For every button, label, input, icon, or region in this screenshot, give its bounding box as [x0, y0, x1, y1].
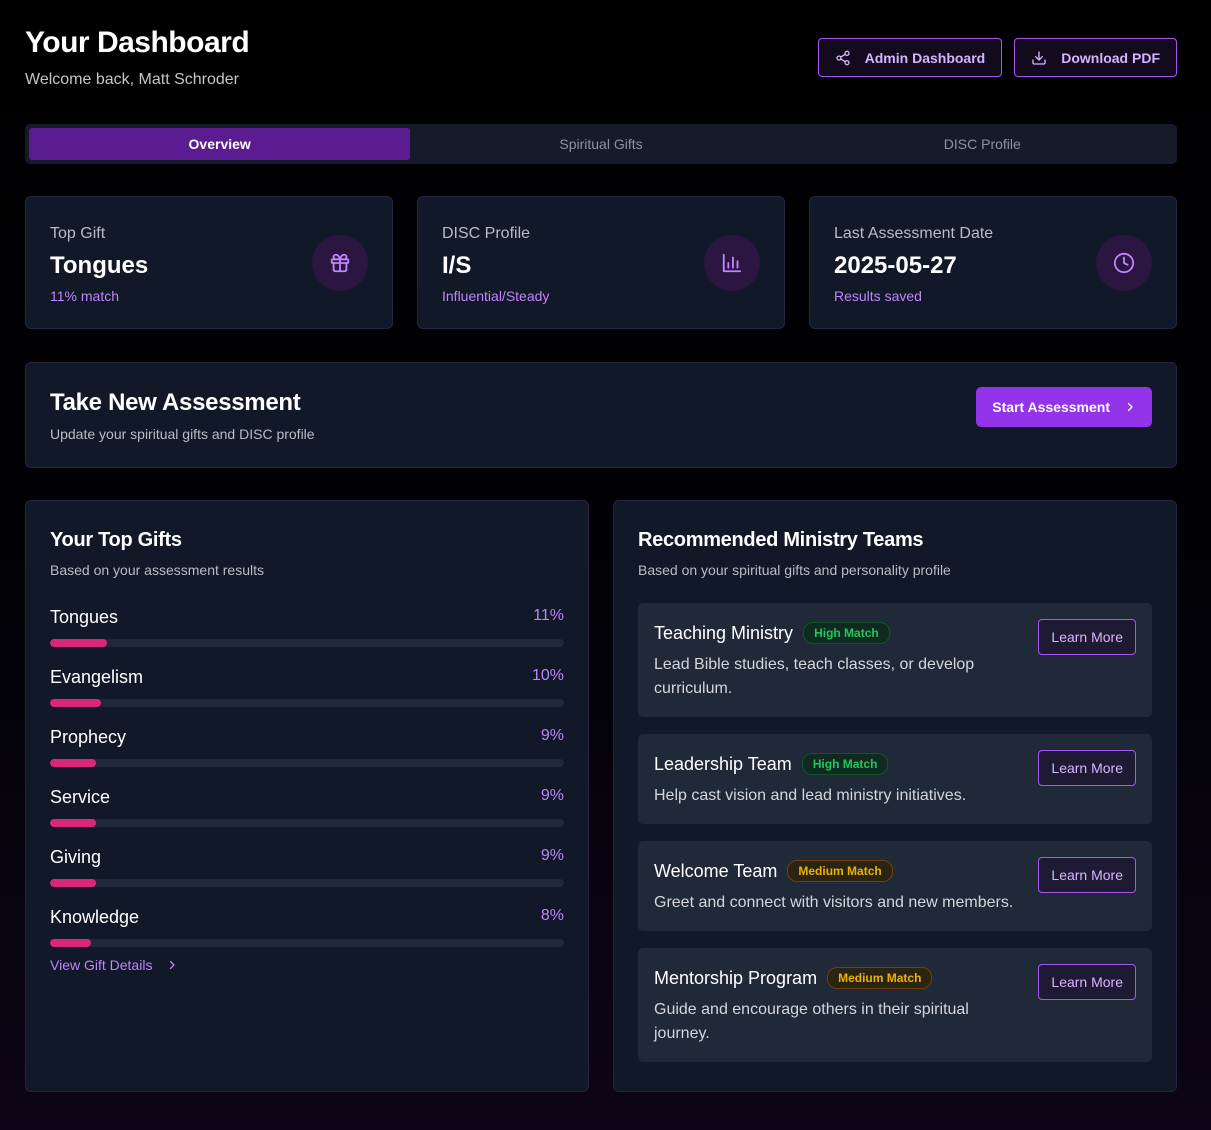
gift-progress-track: [50, 759, 564, 767]
team-description: Help cast vision and lead ministry initi…: [654, 787, 967, 804]
match-badge: High Match: [801, 753, 889, 775]
stat-value: 2025-05-27: [834, 252, 957, 279]
start-assessment-label: Start Assessment: [992, 399, 1110, 415]
admin-dashboard-button[interactable]: Admin Dashboard: [817, 38, 1003, 77]
gift-list: Tongues 11% Evangelism 10% Prophecy 9% S…: [50, 607, 564, 967]
bar-chart-icon: [704, 235, 760, 291]
download-pdf-button[interactable]: Download PDF: [1014, 38, 1177, 77]
gift-progress-fill: [50, 639, 107, 647]
gift-progress-track: [50, 879, 564, 887]
ministry-team-card: Mentorship Program Medium Match Guide an…: [638, 948, 1152, 1062]
ministry-team-card: Teaching Ministry High Match Lead Bible …: [638, 603, 1152, 717]
gift-percent: 9%: [540, 787, 564, 804]
admin-dashboard-label: Admin Dashboard: [864, 49, 986, 66]
stat-subtext: 11% match: [50, 288, 119, 304]
download-pdf-label: Download PDF: [1061, 49, 1160, 66]
gift-name: Knowledge: [50, 907, 140, 927]
assessment-subtitle: Update your spiritual gifts and DISC pro…: [50, 426, 315, 442]
match-badge: Medium Match: [827, 967, 933, 989]
ministry-subtitle: Based on your spiritual gifts and person…: [638, 562, 951, 578]
page-header: Your Dashboard Welcome back, Matt Schrod…: [25, 0, 1177, 124]
tab-overview[interactable]: Overview: [29, 128, 411, 160]
gift-item: Giving 9%: [50, 847, 564, 907]
gift-name: Giving: [50, 847, 102, 867]
gift-name: Tongues: [50, 607, 119, 627]
gift-percent: 11%: [533, 607, 564, 624]
top-gifts-subtitle: Based on your assessment results: [50, 562, 264, 578]
dashboard-page: Your Dashboard Welcome back, Matt Schrod…: [25, 0, 1177, 1092]
stat-card-top-gift: Top Gift Tongues 11% match: [25, 196, 393, 329]
top-gifts-panel: Your Top Gifts Based on your assessment …: [25, 500, 589, 1092]
stat-card-last-assessment: Last Assessment Date 2025-05-27 Results …: [809, 196, 1177, 329]
gift-progress-fill: [50, 939, 92, 947]
header-actions: Admin Dashboard Download PDF: [817, 38, 1177, 77]
stat-subtext: Results saved: [834, 288, 922, 304]
gift-progress-track: [50, 939, 564, 947]
view-gift-details-link[interactable]: View Gift Details: [50, 957, 178, 973]
match-badge: High Match: [803, 622, 890, 644]
stat-label: Top Gift: [50, 225, 106, 242]
gift-progress-fill: [50, 819, 97, 827]
gift-name: Prophecy: [50, 727, 127, 747]
clock-icon: [1096, 235, 1152, 291]
start-assessment-button[interactable]: Start Assessment: [976, 387, 1152, 427]
tab-disc-profile[interactable]: DISC Profile: [792, 128, 1173, 160]
match-badge: Medium Match: [787, 860, 893, 882]
gift-progress-fill: [50, 699, 102, 707]
tab-spiritual-gifts[interactable]: Spiritual Gifts: [410, 128, 791, 160]
gift-progress-fill: [50, 879, 97, 887]
page-title: Your Dashboard: [25, 26, 250, 59]
learn-more-button[interactable]: Learn More: [1038, 750, 1136, 786]
welcome-text: Welcome back, Matt Schroder: [25, 71, 240, 88]
gift-item: Evangelism 10%: [50, 667, 564, 727]
team-description: Lead Bible studies, teach classes, or de…: [654, 656, 975, 697]
share-icon: [835, 50, 850, 65]
new-assessment-banner: Take New Assessment Update your spiritua…: [25, 362, 1177, 468]
gift-item: Service 9%: [50, 787, 564, 847]
chevron-right-icon: [170, 960, 176, 970]
gift-progress-track: [50, 639, 564, 647]
gift-progress-track: [50, 819, 564, 827]
view-gift-details-label: View Gift Details: [50, 957, 153, 973]
ministry-team-card: Welcome Team Medium Match Greet and conn…: [638, 841, 1152, 931]
gift-percent: 8%: [540, 907, 564, 924]
team-description: Guide and encourage others in their spir…: [654, 1001, 969, 1042]
gift-name: Service: [50, 787, 111, 807]
learn-more-button[interactable]: Learn More: [1038, 857, 1136, 893]
dashboard-tabs: Overview Spiritual Gifts DISC Profile: [25, 124, 1177, 164]
gift-item: Prophecy 9%: [50, 727, 564, 787]
team-name: Teaching Ministry: [654, 622, 794, 643]
gift-name: Evangelism: [50, 667, 144, 687]
top-gifts-title: Your Top Gifts: [50, 529, 182, 551]
ministry-team-card: Leadership Team High Match Help cast vis…: [638, 734, 1152, 824]
team-description: Greet and connect with visitors and new …: [654, 894, 1014, 911]
stat-subtext: Influential/Steady: [442, 288, 550, 304]
chevron-right-icon: [1127, 402, 1133, 412]
ministry-title: Recommended Ministry Teams: [638, 529, 924, 551]
stat-value: I/S: [442, 252, 472, 279]
stat-cards: Top Gift Tongues 11% match DISC Profile …: [25, 196, 1177, 329]
gift-percent: 9%: [540, 847, 564, 864]
download-icon: [1032, 50, 1046, 65]
stat-value: Tongues: [50, 252, 149, 279]
stat-label: Last Assessment Date: [834, 225, 994, 242]
gift-percent: 10%: [531, 667, 564, 684]
team-name: Mentorship Program: [654, 967, 818, 988]
gift-progress-track: [50, 699, 564, 707]
gift-icon: [312, 235, 368, 291]
stat-card-disc-profile: DISC Profile I/S Influential/Steady: [417, 196, 785, 329]
assessment-title: Take New Assessment: [50, 389, 301, 416]
gift-item: Tongues 11%: [50, 607, 564, 667]
learn-more-button[interactable]: Learn More: [1038, 964, 1136, 1000]
team-name: Welcome Team: [654, 860, 778, 881]
gift-percent: 9%: [540, 727, 564, 744]
stat-label: DISC Profile: [442, 225, 531, 242]
ministry-team-list: Teaching Ministry High Match Lead Bible …: [638, 603, 1152, 1079]
learn-more-button[interactable]: Learn More: [1038, 619, 1136, 655]
ministry-teams-panel: Recommended Ministry Teams Based on your…: [613, 500, 1177, 1092]
team-name: Leadership Team: [654, 753, 792, 774]
gift-progress-fill: [50, 759, 97, 767]
